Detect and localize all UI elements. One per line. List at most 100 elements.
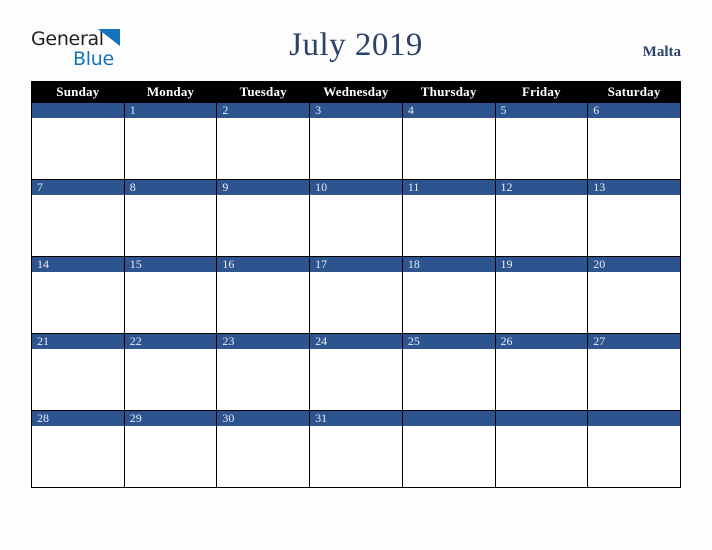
calendar-day-cell[interactable]: 13 <box>587 179 681 257</box>
day-number: 20 <box>588 257 680 272</box>
day-number <box>402 411 495 426</box>
calendar-day-cell[interactable] <box>31 102 125 180</box>
table-row: Sunday Monday Tuesday Wednesday Thursday… <box>31 81 681 103</box>
calendar-day-cell[interactable]: 2 <box>216 102 311 180</box>
day-number: 18 <box>402 257 495 272</box>
calendar-day-cell[interactable]: 10 <box>309 179 403 257</box>
day-events-area[interactable] <box>495 426 588 487</box>
day-events-area[interactable] <box>32 195 124 256</box>
weekday-header-thursday: Thursday <box>401 81 496 103</box>
calendar-day-cell[interactable]: 27 <box>587 333 681 411</box>
day-events-area[interactable] <box>588 118 680 179</box>
day-cell-inner: 2 <box>217 103 310 179</box>
day-number: 10 <box>310 180 402 195</box>
day-events-area[interactable] <box>310 195 402 256</box>
day-events-area[interactable] <box>217 426 310 487</box>
calendar-day-cell[interactable]: 15 <box>123 256 218 334</box>
day-events-area[interactable] <box>124 118 217 179</box>
calendar-day-cell[interactable]: 6 <box>587 102 681 180</box>
day-cell-inner: 10 <box>310 180 402 256</box>
day-number: 8 <box>124 180 217 195</box>
day-events-area[interactable] <box>495 349 588 410</box>
calendar-day-cell[interactable]: 3 <box>309 102 403 180</box>
day-events-area[interactable] <box>217 349 310 410</box>
calendar-day-cell[interactable]: 9 <box>216 179 311 257</box>
calendar-day-cell[interactable]: 12 <box>494 179 589 257</box>
day-events-area[interactable] <box>310 349 402 410</box>
day-cell-inner <box>588 411 680 487</box>
day-cell-inner: 1 <box>124 103 217 179</box>
calendar-day-cell[interactable]: 4 <box>401 102 496 180</box>
calendar-day-cell[interactable] <box>401 410 496 488</box>
day-events-area[interactable] <box>32 426 124 487</box>
calendar-day-cell[interactable]: 20 <box>587 256 681 334</box>
day-events-area[interactable] <box>124 426 217 487</box>
day-events-area[interactable] <box>402 118 495 179</box>
day-events-area[interactable] <box>495 118 588 179</box>
day-number: 15 <box>124 257 217 272</box>
page-header: General Blue July 2019 Malta <box>0 0 712 80</box>
calendar-day-cell[interactable]: 18 <box>401 256 496 334</box>
calendar-day-cell[interactable]: 24 <box>309 333 403 411</box>
day-cell-inner: 28 <box>32 411 124 487</box>
day-events-area[interactable] <box>402 426 495 487</box>
day-cell-inner: 26 <box>495 334 588 410</box>
day-cell-inner: 8 <box>124 180 217 256</box>
day-cell-inner <box>495 411 588 487</box>
day-cell-inner: 18 <box>402 257 495 333</box>
calendar-day-cell[interactable]: 5 <box>494 102 589 180</box>
calendar-day-cell[interactable]: 29 <box>123 410 218 488</box>
calendar-day-cell[interactable]: 23 <box>216 333 311 411</box>
table-row: 28 29 30 31 <box>31 410 681 488</box>
calendar-day-cell[interactable]: 26 <box>494 333 589 411</box>
day-events-area[interactable] <box>310 426 402 487</box>
day-events-area[interactable] <box>32 118 124 179</box>
day-cell-inner: 17 <box>310 257 402 333</box>
calendar-day-cell[interactable]: 19 <box>494 256 589 334</box>
calendar-day-cell[interactable]: 8 <box>123 179 218 257</box>
day-events-area[interactable] <box>588 272 680 333</box>
calendar-day-cell[interactable]: 21 <box>31 333 125 411</box>
calendar-day-cell[interactable] <box>494 410 589 488</box>
day-number: 6 <box>588 103 680 118</box>
table-row: 21 22 23 24 25 26 27 <box>31 333 681 411</box>
day-events-area[interactable] <box>32 272 124 333</box>
day-events-area[interactable] <box>124 272 217 333</box>
day-events-area[interactable] <box>588 195 680 256</box>
calendar-day-cell[interactable]: 11 <box>401 179 496 257</box>
calendar-day-cell[interactable]: 7 <box>31 179 125 257</box>
day-number: 12 <box>495 180 588 195</box>
calendar-day-cell[interactable]: 25 <box>401 333 496 411</box>
day-number: 13 <box>588 180 680 195</box>
day-events-area[interactable] <box>402 272 495 333</box>
day-events-area[interactable] <box>32 349 124 410</box>
day-events-area[interactable] <box>402 195 495 256</box>
day-events-area[interactable] <box>495 272 588 333</box>
day-events-area[interactable] <box>310 272 402 333</box>
calendar-day-cell[interactable] <box>587 410 681 488</box>
calendar-day-cell[interactable]: 22 <box>123 333 218 411</box>
weekday-header-tuesday: Tuesday <box>216 81 311 103</box>
calendar-day-cell[interactable]: 30 <box>216 410 311 488</box>
day-events-area[interactable] <box>310 118 402 179</box>
calendar-day-cell[interactable]: 17 <box>309 256 403 334</box>
day-events-area[interactable] <box>588 426 680 487</box>
day-cell-inner: 19 <box>495 257 588 333</box>
table-row: 7 8 9 10 11 12 13 <box>31 179 681 257</box>
calendar-day-cell[interactable]: 28 <box>31 410 125 488</box>
calendar-day-cell[interactable]: 16 <box>216 256 311 334</box>
day-events-area[interactable] <box>217 118 310 179</box>
day-cell-inner: 24 <box>310 334 402 410</box>
day-events-area[interactable] <box>217 195 310 256</box>
calendar-day-cell[interactable]: 31 <box>309 410 403 488</box>
day-events-area[interactable] <box>217 272 310 333</box>
day-number: 27 <box>588 334 680 349</box>
day-events-area[interactable] <box>124 195 217 256</box>
day-events-area[interactable] <box>495 195 588 256</box>
calendar-day-cell[interactable]: 14 <box>31 256 125 334</box>
day-cell-inner: 11 <box>402 180 495 256</box>
day-events-area[interactable] <box>588 349 680 410</box>
day-events-area[interactable] <box>402 349 495 410</box>
day-events-area[interactable] <box>124 349 217 410</box>
calendar-day-cell[interactable]: 1 <box>123 102 218 180</box>
